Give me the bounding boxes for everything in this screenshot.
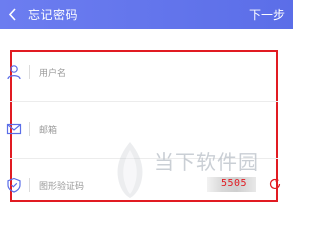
- field-underline: [10, 101, 278, 102]
- username-input[interactable]: 用户名: [39, 66, 66, 79]
- refresh-icon[interactable]: [268, 177, 282, 191]
- captcha-input[interactable]: 图形验证码: [39, 179, 84, 192]
- field-divider: [29, 65, 30, 79]
- captcha-code: 5505: [221, 178, 248, 189]
- next-button[interactable]: 下一步: [249, 6, 285, 23]
- watermark-text: 当下软件园: [154, 150, 259, 174]
- shield-icon: [7, 177, 21, 193]
- logo-leaf-icon: [117, 142, 143, 198]
- header-bar: 忘记密码 下一步: [0, 0, 293, 29]
- email-input[interactable]: 邮箱: [39, 123, 57, 136]
- field-divider: [29, 178, 30, 192]
- mail-icon: [6, 123, 22, 135]
- field-divider: [29, 122, 30, 136]
- user-icon: [7, 65, 21, 80]
- page-title: 忘记密码: [28, 8, 79, 22]
- captcha-image[interactable]: 5505: [207, 177, 256, 192]
- chevron-left-icon[interactable]: [8, 8, 18, 21]
